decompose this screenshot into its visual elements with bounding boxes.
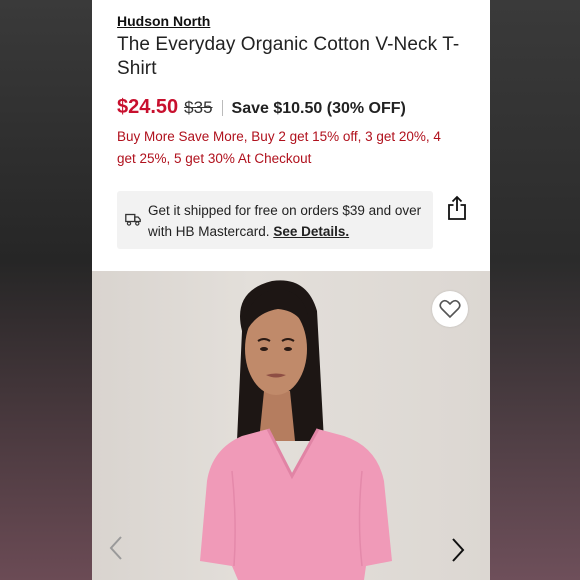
product-title: The Everyday Organic Cotton V-Neck T-Shi…	[117, 34, 460, 79]
savings-text: Save $10.50 (30% OFF)	[231, 100, 406, 117]
price-divider	[221, 100, 223, 116]
blurred-backdrop-left	[0, 0, 92, 580]
price-row: $24.50 $35 Save $10.50 (30% OFF)	[117, 96, 406, 120]
share-icon[interactable]	[447, 195, 467, 221]
blurred-backdrop-right	[490, 0, 580, 580]
truck-icon	[125, 213, 141, 226]
chevron-left-icon[interactable]	[108, 535, 124, 561]
heart-icon	[439, 299, 461, 319]
chevron-right-icon[interactable]	[450, 537, 466, 563]
shipping-text: Get it shipped for free on orders $39 an…	[148, 200, 428, 242]
original-price: $35	[184, 98, 213, 117]
product-info: Hudson North The Everyday Organic Cotton…	[92, 0, 490, 271]
model-illustration	[200, 280, 392, 580]
see-details-link[interactable]: See Details.	[273, 224, 349, 239]
shipping-banner: Get it shipped for free on orders $39 an…	[117, 191, 433, 249]
favorite-button[interactable]	[432, 291, 468, 327]
promo-text: Buy More Save More, Buy 2 get 15% off, 3…	[117, 129, 441, 166]
product-card: Hudson North The Everyday Organic Cotton…	[92, 0, 490, 580]
sale-price: $24.50	[117, 96, 179, 118]
brand-link[interactable]: Hudson North	[117, 13, 210, 29]
product-image	[92, 271, 490, 580]
